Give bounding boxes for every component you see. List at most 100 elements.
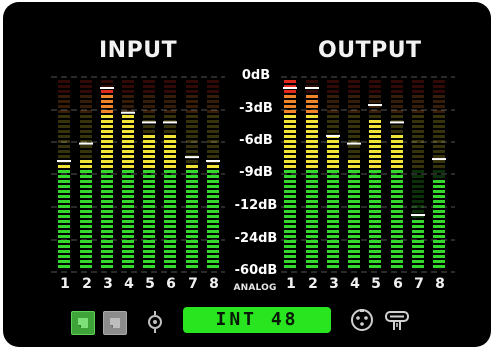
meter-segment bbox=[58, 190, 70, 193]
peak-hold-marker bbox=[57, 159, 71, 162]
meter-segment bbox=[433, 105, 445, 108]
meter-segment bbox=[143, 195, 155, 198]
meter-segment bbox=[369, 90, 381, 93]
meter-segment bbox=[348, 165, 360, 168]
meter-segment bbox=[348, 125, 360, 128]
meter-segment bbox=[143, 175, 155, 178]
meter-segment bbox=[284, 120, 296, 123]
input-select-button[interactable] bbox=[71, 311, 95, 335]
meter-segment bbox=[186, 175, 198, 178]
meter-segment bbox=[58, 265, 70, 268]
meter-segment bbox=[207, 220, 219, 223]
meter-segment bbox=[348, 220, 360, 223]
meter-segment bbox=[164, 90, 176, 93]
meter-segment bbox=[391, 265, 403, 268]
meter-segment bbox=[306, 115, 318, 118]
output-select-button[interactable] bbox=[103, 311, 127, 335]
meter-segment bbox=[164, 210, 176, 213]
meter-segment bbox=[327, 95, 339, 98]
meter-segment bbox=[391, 255, 403, 258]
meter-segment bbox=[143, 155, 155, 158]
phantom-power-icon[interactable] bbox=[384, 310, 410, 332]
meter-segment bbox=[101, 90, 113, 93]
meter-segment bbox=[412, 265, 424, 268]
meter-segment bbox=[369, 135, 381, 138]
meter-segment bbox=[186, 160, 198, 163]
meter-segment bbox=[207, 205, 219, 208]
meter-segment bbox=[412, 85, 424, 88]
meter-segment bbox=[143, 210, 155, 213]
meter-segment bbox=[433, 180, 445, 183]
meter-segment bbox=[369, 95, 381, 98]
meter-segment bbox=[101, 240, 113, 243]
meter-segment bbox=[306, 250, 318, 253]
meter-segment bbox=[412, 165, 424, 168]
meter-segment bbox=[122, 240, 134, 243]
meter-segment bbox=[143, 125, 155, 128]
meter-segment bbox=[327, 190, 339, 193]
meter-segment bbox=[433, 245, 445, 248]
meter-segment bbox=[348, 120, 360, 123]
meter-segment bbox=[348, 195, 360, 198]
meter-segment bbox=[143, 170, 155, 173]
meter-segment bbox=[369, 120, 381, 123]
meter-segment bbox=[284, 130, 296, 133]
meter-segment bbox=[58, 155, 70, 158]
meter-segment bbox=[164, 240, 176, 243]
meter-segment bbox=[207, 150, 219, 153]
meter-segment bbox=[80, 170, 92, 173]
meter-segment bbox=[306, 225, 318, 228]
peak-hold-marker bbox=[206, 159, 220, 162]
digital-input-icon[interactable] bbox=[146, 311, 164, 333]
meter-segment bbox=[306, 80, 318, 83]
meter-segment bbox=[327, 80, 339, 83]
meter-segment bbox=[101, 215, 113, 218]
meter-segment bbox=[284, 160, 296, 163]
meter-segment bbox=[391, 175, 403, 178]
meter-segment bbox=[58, 90, 70, 93]
meter-segment bbox=[186, 120, 198, 123]
meter-segment bbox=[186, 230, 198, 233]
meter-segment bbox=[80, 220, 92, 223]
meter-segment bbox=[284, 170, 296, 173]
meter-segment bbox=[122, 215, 134, 218]
output-channel-label: 4 bbox=[350, 276, 360, 292]
meter-segment bbox=[101, 155, 113, 158]
meter-segment bbox=[284, 220, 296, 223]
xlr-connector-icon[interactable] bbox=[350, 308, 374, 332]
meter-segment bbox=[164, 85, 176, 88]
meter-segment bbox=[284, 140, 296, 143]
sync-source-button[interactable]: INT 48 bbox=[183, 307, 331, 333]
meter-segment bbox=[327, 160, 339, 163]
meter-segment bbox=[327, 245, 339, 248]
meter-segment bbox=[207, 125, 219, 128]
meter-segment bbox=[327, 230, 339, 233]
meter-segment bbox=[369, 230, 381, 233]
meter-segment bbox=[433, 110, 445, 113]
meter-segment bbox=[348, 215, 360, 218]
meter-segment bbox=[348, 100, 360, 103]
meter-segment bbox=[327, 165, 339, 168]
meter-segment bbox=[284, 205, 296, 208]
meter-segment bbox=[80, 225, 92, 228]
meter-segment bbox=[433, 85, 445, 88]
meter-segment bbox=[143, 230, 155, 233]
meter-segment bbox=[391, 205, 403, 208]
meter-segment bbox=[412, 240, 424, 243]
meter-segment bbox=[391, 165, 403, 168]
meter-segment bbox=[391, 90, 403, 93]
meter-segment bbox=[207, 130, 219, 133]
meter-segment bbox=[186, 115, 198, 118]
meter-segment bbox=[186, 165, 198, 168]
meter-segment bbox=[412, 100, 424, 103]
meter-segment bbox=[80, 150, 92, 153]
meter-segment bbox=[80, 130, 92, 133]
meter-segment bbox=[348, 155, 360, 158]
meter-segment bbox=[391, 125, 403, 128]
meter-segment bbox=[369, 200, 381, 203]
meter-segment bbox=[143, 220, 155, 223]
meter-segment bbox=[327, 170, 339, 173]
meter-segment bbox=[164, 235, 176, 238]
meter-segment bbox=[186, 85, 198, 88]
meter-segment bbox=[412, 145, 424, 148]
